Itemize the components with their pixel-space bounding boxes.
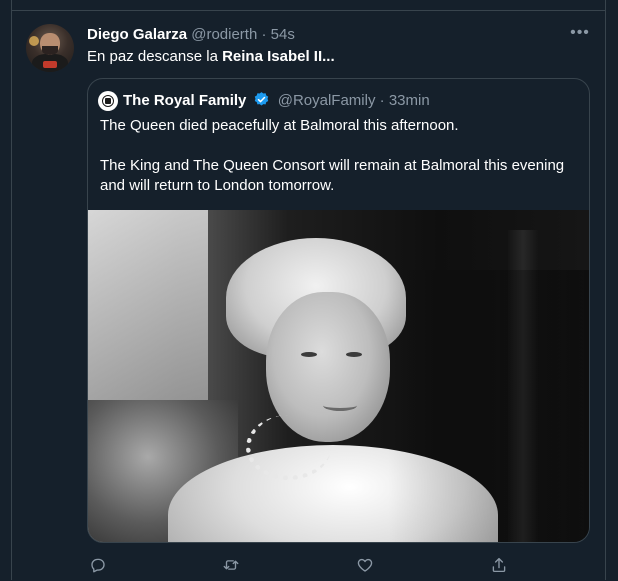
quoted-tweet-header: The Royal Family @RoyalFamily · 33min: [123, 90, 430, 112]
tweet-text: En paz descanse la Reina Isabel II...: [87, 47, 592, 67]
author-name[interactable]: Diego Galarza: [87, 26, 187, 43]
quoted-tweet-text: The Queen died peacefully at Balmoral th…: [100, 116, 578, 196]
right-column-border: [605, 0, 618, 580]
quoted-paragraph-2: The King and The Queen Consort will rema…: [100, 157, 565, 194]
quoted-tweet-timestamp[interactable]: 33min: [389, 92, 430, 109]
quoted-author-name[interactable]: The Royal Family: [123, 92, 246, 109]
top-divider: [12, 10, 605, 11]
quoted-header-separator: ·: [379, 92, 385, 109]
tweet-timestamp[interactable]: 54s: [271, 26, 295, 43]
quoted-tweet[interactable]: The Royal Family @RoyalFamily · 33min Th…: [87, 78, 590, 543]
more-dots-icon[interactable]: •••: [568, 22, 592, 44]
quoted-author-avatar[interactable]: [98, 91, 118, 111]
retweet-icon[interactable]: [220, 554, 242, 576]
quoted-photo[interactable]: [88, 210, 589, 542]
author-handle[interactable]: @rodierth: [191, 26, 257, 43]
tweet-header: Diego Galarza @rodierth · 54s: [87, 25, 295, 45]
verified-badge-icon: [254, 92, 268, 106]
timeline-frame: Diego Galarza @rodierth · 54s ••• En paz…: [0, 0, 618, 580]
author-avatar[interactable]: [26, 24, 74, 72]
share-icon[interactable]: [488, 554, 510, 576]
tweet-text-prefix: En paz descanse la: [87, 48, 223, 65]
tweet-actions: [87, 554, 517, 578]
left-column-border: [0, 0, 12, 580]
reply-icon[interactable]: [87, 554, 109, 576]
header-separator: ·: [261, 26, 267, 43]
quoted-author-handle[interactable]: @RoyalFamily: [278, 92, 376, 109]
quoted-paragraph-1: The Queen died peacefully at Balmoral th…: [100, 117, 459, 134]
like-icon[interactable]: [354, 554, 376, 576]
tweet-text-bold: Reina Isabel II...: [222, 48, 335, 65]
